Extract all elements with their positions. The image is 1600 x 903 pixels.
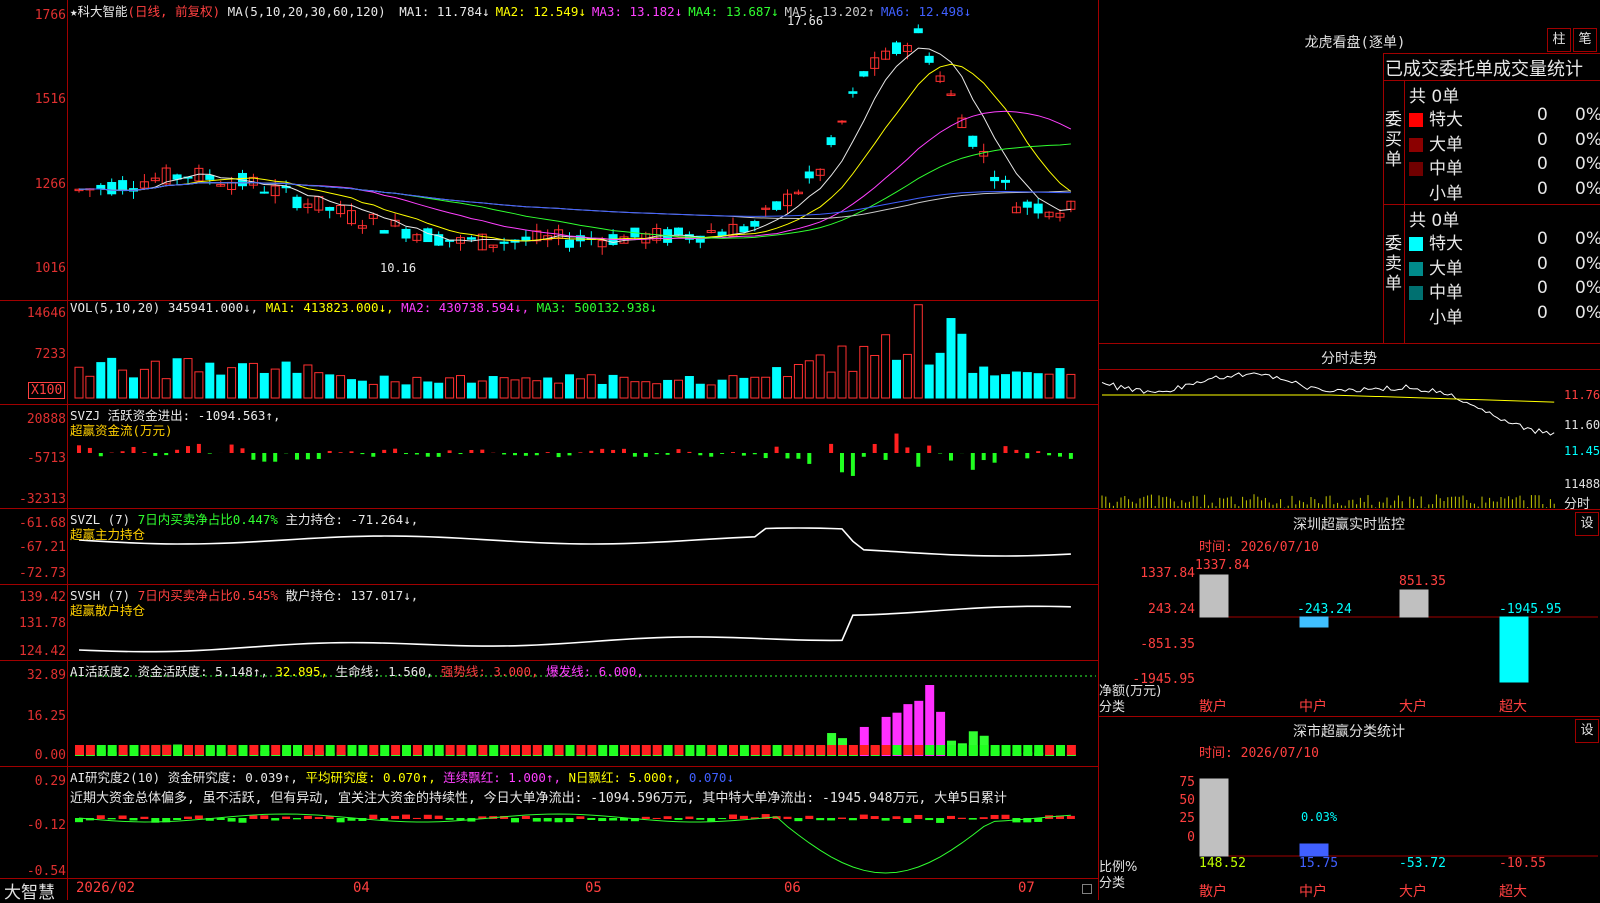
super-bar bbox=[1500, 617, 1528, 682]
large-bar bbox=[1400, 590, 1428, 617]
right-charts bbox=[0, 0, 1600, 900]
retail-bar bbox=[1200, 575, 1228, 617]
mid-bar bbox=[1300, 617, 1328, 627]
mid-stat-bar bbox=[1300, 844, 1328, 856]
retail-stat-bar bbox=[1200, 779, 1228, 856]
